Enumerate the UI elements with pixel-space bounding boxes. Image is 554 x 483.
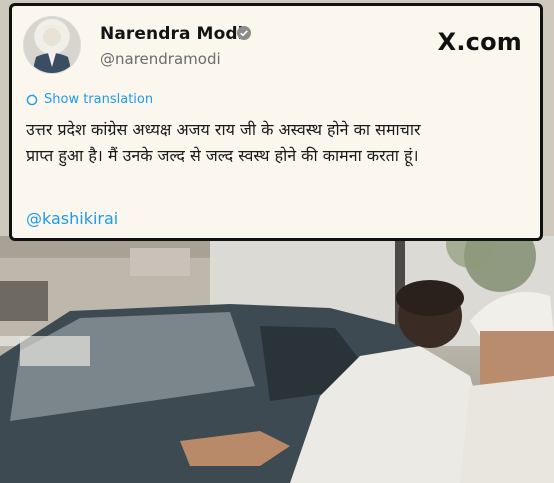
- show-translation-label: Show translation: [44, 92, 154, 107]
- avatar-portrait-icon: [32, 25, 72, 73]
- show-translation-link[interactable]: Show translation: [26, 92, 153, 107]
- news-photo: [0, 236, 554, 483]
- site-logo: X.com: [438, 28, 522, 56]
- verified-badge-icon: [237, 26, 251, 40]
- post-card: Narendra Modi @narendramodi X.com Show t…: [12, 6, 540, 238]
- post-text: उत्तर प्रदेश कांग्रेस अध्यक्ष अजय राय जी…: [26, 117, 532, 169]
- translate-icon: [26, 93, 38, 105]
- author-avatar[interactable]: [23, 16, 81, 74]
- author-handle[interactable]: @narendramodi: [100, 50, 221, 68]
- photo-scene: [0, 236, 554, 483]
- post-text-line-2: प्राप्त हुआ है। मैं उनके जल्द से जल्द स्…: [26, 146, 419, 165]
- mention-link[interactable]: @kashikirai: [26, 209, 118, 228]
- site-label: X.com: [437, 28, 522, 56]
- post-text-line-1: उत्तर प्रदेश कांग्रेस अध्यक्ष अजय राय जी…: [26, 120, 421, 139]
- author-name[interactable]: Narendra Modi: [100, 24, 244, 44]
